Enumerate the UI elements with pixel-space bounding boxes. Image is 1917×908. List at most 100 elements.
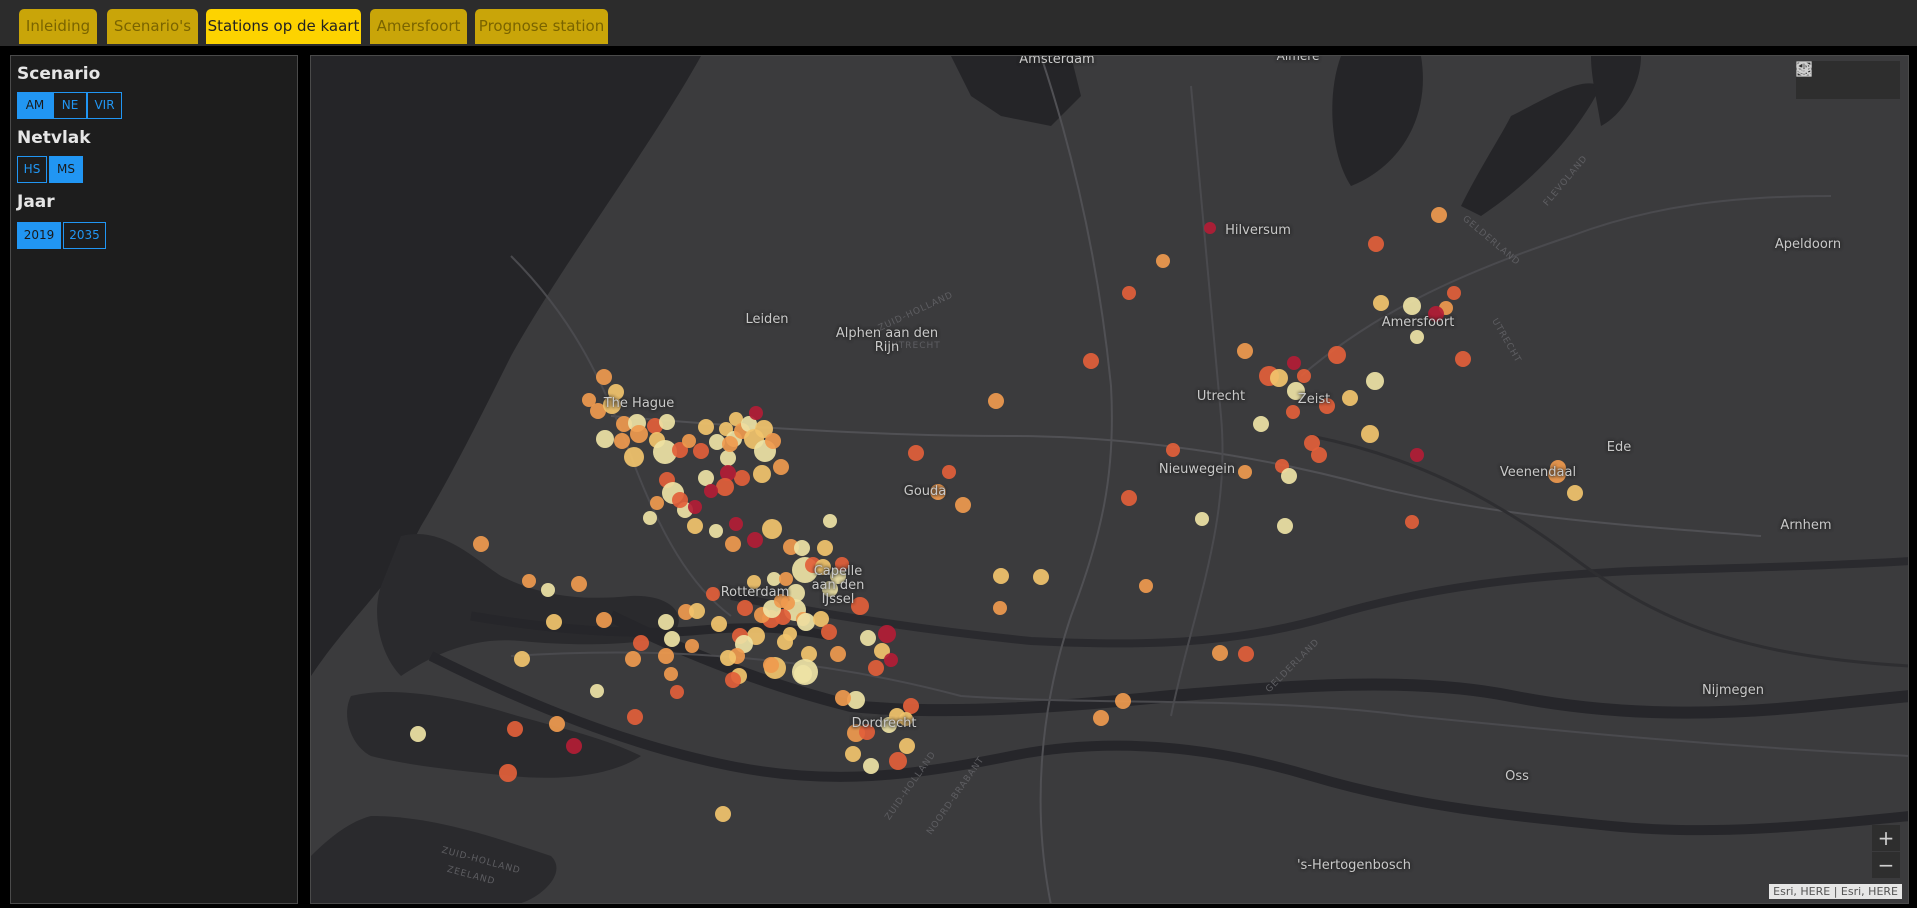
station-marker[interactable] xyxy=(794,540,810,556)
station-marker[interactable] xyxy=(1410,330,1424,344)
jaar-2019-button[interactable]: 2019 xyxy=(17,222,61,249)
station-marker[interactable] xyxy=(720,650,736,666)
station-marker[interactable] xyxy=(1121,490,1137,506)
station-marker[interactable] xyxy=(1447,286,1461,300)
station-marker[interactable] xyxy=(546,614,562,630)
station-marker[interactable] xyxy=(720,450,736,466)
station-marker[interactable] xyxy=(685,639,699,653)
layers-icon[interactable] xyxy=(1796,61,1862,94)
station-marker[interactable] xyxy=(903,698,919,714)
station-marker[interactable] xyxy=(596,612,612,628)
tab-scenarios[interactable]: Scenario's xyxy=(107,9,198,44)
station-marker[interactable] xyxy=(1366,372,1384,390)
station-marker[interactable] xyxy=(715,806,731,822)
station-marker[interactable] xyxy=(942,465,956,479)
station-marker[interactable] xyxy=(1093,710,1109,726)
station-marker[interactable] xyxy=(1455,351,1471,367)
station-marker[interactable] xyxy=(777,634,793,650)
station-marker[interactable] xyxy=(899,738,915,754)
scenario-ne-button[interactable]: NE xyxy=(53,92,87,119)
station-marker[interactable] xyxy=(823,514,837,528)
station-marker[interactable] xyxy=(1212,645,1228,661)
station-marker[interactable] xyxy=(1311,447,1327,463)
station-marker[interactable] xyxy=(522,574,536,588)
station-marker[interactable] xyxy=(835,690,851,706)
station-marker[interactable] xyxy=(1253,416,1269,432)
station-marker[interactable] xyxy=(884,653,898,667)
station-marker[interactable] xyxy=(664,631,680,647)
station-marker[interactable] xyxy=(687,518,703,534)
station-marker[interactable] xyxy=(908,445,924,461)
station-marker[interactable] xyxy=(817,540,833,556)
station-marker[interactable] xyxy=(1368,236,1384,252)
station-marker[interactable] xyxy=(734,470,750,486)
station-marker[interactable] xyxy=(473,536,489,552)
station-marker[interactable] xyxy=(704,484,718,498)
station-marker[interactable] xyxy=(725,672,741,688)
station-marker[interactable] xyxy=(955,497,971,513)
station-marker[interactable] xyxy=(1281,468,1297,484)
station-marker[interactable] xyxy=(889,752,907,770)
station-marker[interactable] xyxy=(1342,390,1358,406)
tab-stations-op-de-kaart[interactable]: Stations op de kaart xyxy=(206,9,361,44)
station-marker[interactable] xyxy=(1237,343,1253,359)
station-marker[interactable] xyxy=(737,600,753,616)
station-marker[interactable] xyxy=(706,587,720,601)
station-marker[interactable] xyxy=(1567,485,1583,501)
station-marker[interactable] xyxy=(845,746,861,762)
station-marker[interactable] xyxy=(1033,569,1049,585)
station-marker[interactable] xyxy=(1287,356,1301,370)
station-marker[interactable] xyxy=(693,443,709,459)
station-marker[interactable] xyxy=(499,764,517,782)
station-marker[interactable] xyxy=(627,709,643,725)
tab-prognose-station[interactable]: Prognose station xyxy=(475,9,608,44)
station-marker[interactable] xyxy=(830,646,846,662)
station-marker[interactable] xyxy=(1238,646,1254,662)
station-marker[interactable] xyxy=(993,568,1009,584)
zoom-out-button[interactable]: − xyxy=(1872,852,1900,878)
station-marker[interactable] xyxy=(860,630,876,646)
jaar-2035-button[interactable]: 2035 xyxy=(63,222,106,249)
station-marker[interactable] xyxy=(1431,207,1447,223)
station-marker[interactable] xyxy=(1277,518,1293,534)
station-marker[interactable] xyxy=(625,651,641,667)
station-marker[interactable] xyxy=(1156,254,1170,268)
station-marker[interactable] xyxy=(1195,512,1209,526)
station-marker[interactable] xyxy=(1403,297,1421,315)
station-marker[interactable] xyxy=(633,635,649,651)
station-marker[interactable] xyxy=(571,576,587,592)
station-marker[interactable] xyxy=(868,660,884,676)
station-marker[interactable] xyxy=(725,536,741,552)
map-view[interactable]: FLEVOLAND GELDERLAND ZUID-HOLLAND UTRECH… xyxy=(310,55,1909,904)
station-marker[interactable] xyxy=(747,532,763,548)
station-marker[interactable] xyxy=(688,500,702,514)
station-marker[interactable] xyxy=(614,433,630,449)
station-marker[interactable] xyxy=(664,667,678,681)
station-marker[interactable] xyxy=(410,726,426,742)
station-marker[interactable] xyxy=(596,430,614,448)
station-marker[interactable] xyxy=(698,419,714,435)
station-marker[interactable] xyxy=(1328,346,1346,364)
station-marker[interactable] xyxy=(1115,693,1131,709)
station-marker[interactable] xyxy=(541,583,555,597)
station-marker[interactable] xyxy=(1204,222,1216,234)
basemap-gallery-icon[interactable] xyxy=(1796,61,1897,94)
station-marker[interactable] xyxy=(773,459,789,475)
station-marker[interactable] xyxy=(711,616,727,632)
station-marker[interactable] xyxy=(643,511,657,525)
station-marker[interactable] xyxy=(1083,353,1099,369)
station-marker[interactable] xyxy=(993,601,1007,615)
station-marker[interactable] xyxy=(749,406,763,420)
station-marker[interactable] xyxy=(1166,443,1180,457)
scenario-am-button[interactable]: AM xyxy=(17,92,53,119)
station-marker[interactable] xyxy=(624,447,644,467)
station-marker[interactable] xyxy=(590,684,604,698)
station-marker[interactable] xyxy=(1361,425,1379,443)
station-marker[interactable] xyxy=(722,436,738,452)
tab-amersfoort[interactable]: Amersfoort xyxy=(370,9,467,44)
station-marker[interactable] xyxy=(763,657,779,673)
station-marker[interactable] xyxy=(729,517,743,531)
station-marker[interactable] xyxy=(716,478,734,496)
station-marker[interactable] xyxy=(549,716,565,732)
station-marker[interactable] xyxy=(821,624,837,640)
